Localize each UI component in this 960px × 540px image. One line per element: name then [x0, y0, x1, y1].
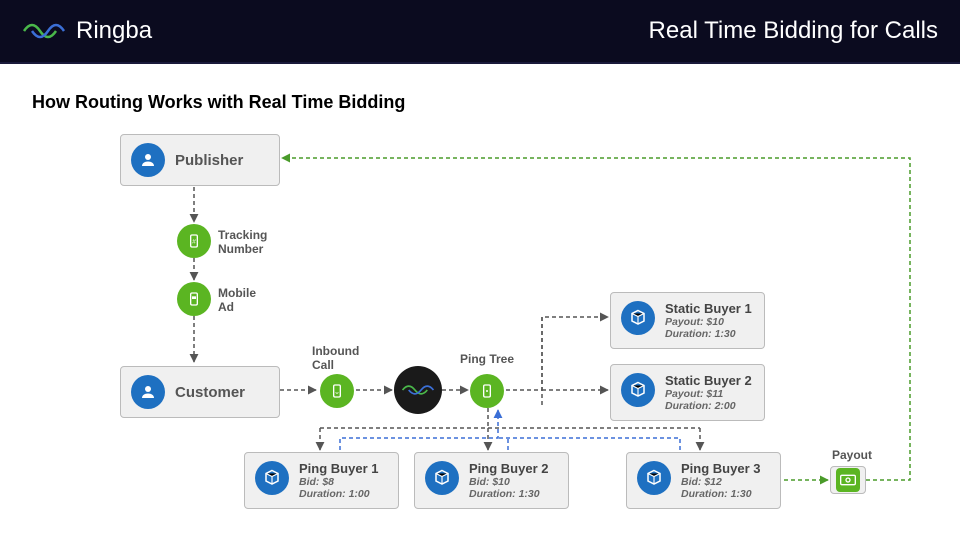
- payout-node: [830, 466, 866, 494]
- user-icon: [131, 375, 165, 409]
- phone-call-icon: [320, 374, 354, 408]
- buyer-payout: Payout: $10: [665, 316, 752, 328]
- tracking-number-label: Tracking Number: [218, 228, 267, 257]
- box-icon: [621, 373, 655, 407]
- buyer-duration: Duration: 1:30: [681, 488, 760, 500]
- buyer-title: Static Buyer 2: [665, 373, 752, 388]
- static-buyer-1: Static Buyer 1 Payout: $10 Duration: 1:3…: [610, 292, 765, 349]
- ping-buyer-2: Ping Buyer 2 Bid: $10 Duration: 1:30: [414, 452, 569, 509]
- brand-name: Ringba: [76, 17, 152, 45]
- inbound-call-node: [320, 374, 354, 408]
- tracking-number-node: #: [177, 224, 211, 258]
- buyer-bid: Bid: $12: [681, 476, 760, 488]
- buyer-duration: Duration: 1:30: [469, 488, 548, 500]
- buyer-duration: Duration: 1:00: [299, 488, 378, 500]
- buyer-duration: Duration: 1:30: [665, 328, 752, 340]
- buyer-title: Ping Buyer 2: [469, 461, 548, 476]
- slide-title: Real Time Bidding for Calls: [649, 17, 938, 45]
- buyer-title: Ping Buyer 3: [681, 461, 760, 476]
- inbound-call-label: Inbound Call: [312, 344, 359, 373]
- mobile-ad-node: [177, 282, 211, 316]
- customer-node: Customer: [120, 366, 280, 418]
- ping-tree-icon: [470, 374, 504, 408]
- customer-label: Customer: [175, 384, 245, 401]
- publisher-node: Publisher: [120, 134, 280, 186]
- box-icon: [425, 461, 459, 495]
- logo-wave-icon: [401, 379, 435, 401]
- money-icon: [836, 468, 860, 492]
- static-buyer-2: Static Buyer 2 Payout: $11 Duration: 2:0…: [610, 364, 765, 421]
- buyer-bid: Bid: $8: [299, 476, 378, 488]
- buyer-payout: Payout: $11: [665, 388, 752, 400]
- ping-buyer-1: Ping Buyer 1 Bid: $8 Duration: 1:00: [244, 452, 399, 509]
- buyer-title: Ping Buyer 1: [299, 461, 378, 476]
- brand-logo: Ringba: [22, 17, 152, 45]
- user-icon: [131, 143, 165, 177]
- buyer-title: Static Buyer 1: [665, 301, 752, 316]
- payout-label: Payout: [832, 448, 872, 462]
- section-heading: How Routing Works with Real Time Bidding: [32, 92, 405, 113]
- ringba-core-node: [394, 366, 442, 414]
- buyer-bid: Bid: $10: [469, 476, 548, 488]
- hash-icon: #: [177, 224, 211, 258]
- logo-wave-icon: [22, 17, 66, 45]
- box-icon: [621, 301, 655, 335]
- ping-buyer-3: Ping Buyer 3 Bid: $12 Duration: 1:30: [626, 452, 781, 509]
- box-icon: [637, 461, 671, 495]
- buyer-duration: Duration: 2:00: [665, 400, 752, 412]
- mobile-ad-icon: [177, 282, 211, 316]
- ping-tree-node: [470, 374, 504, 408]
- header: Ringba Real Time Bidding for Calls: [0, 0, 960, 64]
- ping-tree-label: Ping Tree: [460, 352, 514, 366]
- publisher-label: Publisher: [175, 152, 243, 169]
- box-icon: [255, 461, 289, 495]
- mobile-ad-label: Mobile Ad: [218, 286, 256, 315]
- svg-text:#: #: [192, 239, 196, 246]
